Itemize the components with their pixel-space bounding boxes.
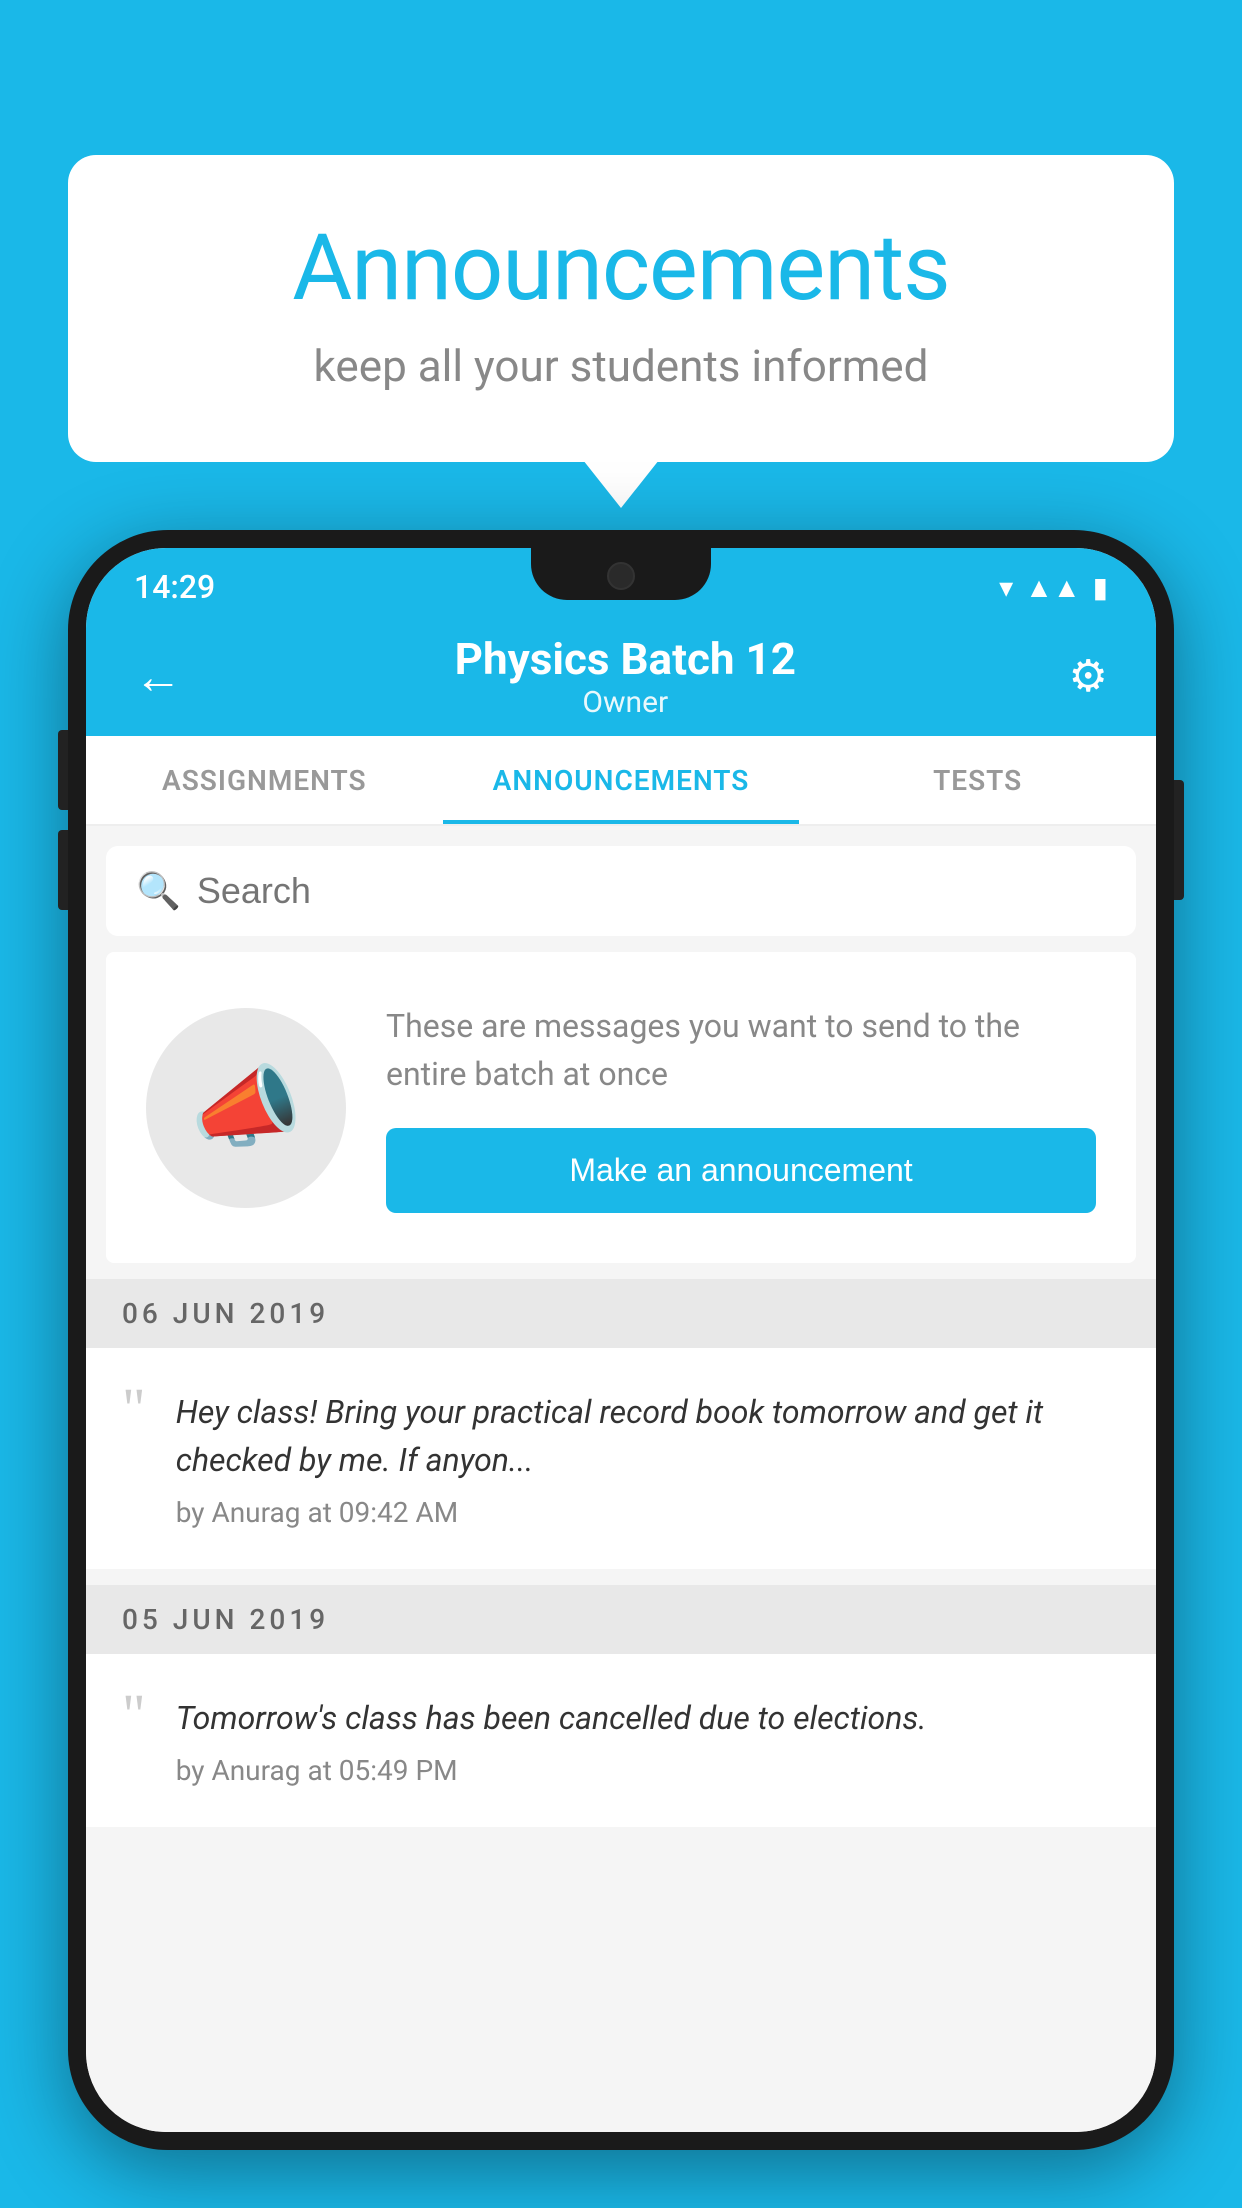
phone-mockup: 14:29 ▾ ▲▲ ▮ ← Physics Batch 12 Owner ⚙: [68, 530, 1174, 2208]
make-announcement-button[interactable]: Make an announcement: [386, 1128, 1096, 1213]
phone-outer: 14:29 ▾ ▲▲ ▮ ← Physics Batch 12 Owner ⚙: [68, 530, 1174, 2150]
phone-notch: [531, 548, 711, 600]
header-title: Physics Batch 12: [455, 633, 796, 685]
content-area: 🔍 📣 These are messages you want to send …: [86, 826, 1156, 2132]
quote-icon-2: ": [122, 1686, 146, 1744]
camera-icon: [607, 562, 635, 590]
status-icons: ▾ ▲▲ ▮: [999, 571, 1108, 604]
megaphone-icon: 📣: [190, 1055, 302, 1160]
prompt-right: These are messages you want to send to t…: [386, 1002, 1096, 1213]
header-center: Physics Batch 12 Owner: [455, 633, 796, 720]
gear-icon[interactable]: ⚙: [1069, 650, 1108, 702]
tab-assignments[interactable]: ASSIGNMENTS: [86, 736, 443, 824]
announcement-text-2: Tomorrow's class has been cancelled due …: [176, 1694, 1120, 1742]
announcement-meta-2: by Anurag at 05:49 PM: [176, 1754, 1120, 1787]
date-separator-1: 06 JUN 2019: [86, 1279, 1156, 1348]
search-bar: 🔍: [106, 846, 1136, 936]
prompt-description: These are messages you want to send to t…: [386, 1002, 1096, 1098]
header-subtitle: Owner: [455, 685, 796, 720]
tab-announcements[interactable]: ANNOUNCEMENTS: [443, 736, 800, 824]
phone-screen: 14:29 ▾ ▲▲ ▮ ← Physics Batch 12 Owner ⚙: [86, 548, 1156, 2132]
power-button: [1174, 780, 1184, 900]
announcement-item-1[interactable]: " Hey class! Bring your practical record…: [86, 1348, 1156, 1569]
back-button[interactable]: ←: [134, 648, 182, 705]
announcement-text-1: Hey class! Bring your practical record b…: [176, 1388, 1120, 1484]
speech-bubble: Announcements keep all your students inf…: [68, 155, 1174, 462]
megaphone-circle: 📣: [146, 1008, 346, 1208]
announcement-meta-1: by Anurag at 09:42 AM: [176, 1496, 1120, 1529]
search-input[interactable]: [197, 870, 1106, 912]
search-icon: 🔍: [136, 870, 181, 912]
bubble-subtitle: keep all your students informed: [148, 340, 1094, 392]
volume-down-button: [58, 830, 68, 910]
battery-icon: ▮: [1093, 571, 1108, 604]
announcement-content-2: Tomorrow's class has been cancelled due …: [176, 1694, 1120, 1787]
status-time: 14:29: [134, 568, 215, 606]
tabs-bar: ASSIGNMENTS ANNOUNCEMENTS TESTS: [86, 736, 1156, 826]
date-separator-2: 05 JUN 2019: [86, 1585, 1156, 1654]
bubble-title: Announcements: [148, 215, 1094, 322]
volume-up-button: [58, 730, 68, 810]
announcement-content-1: Hey class! Bring your practical record b…: [176, 1388, 1120, 1529]
announcement-prompt: 📣 These are messages you want to send to…: [106, 952, 1136, 1263]
announcement-item-2[interactable]: " Tomorrow's class has been cancelled du…: [86, 1654, 1156, 1827]
tab-tests[interactable]: TESTS: [799, 736, 1156, 824]
app-header: ← Physics Batch 12 Owner ⚙: [86, 616, 1156, 736]
signal-icon: ▲▲: [1025, 571, 1080, 604]
speech-bubble-section: Announcements keep all your students inf…: [68, 155, 1174, 462]
quote-icon: ": [122, 1380, 146, 1438]
wifi-icon: ▾: [999, 571, 1013, 604]
